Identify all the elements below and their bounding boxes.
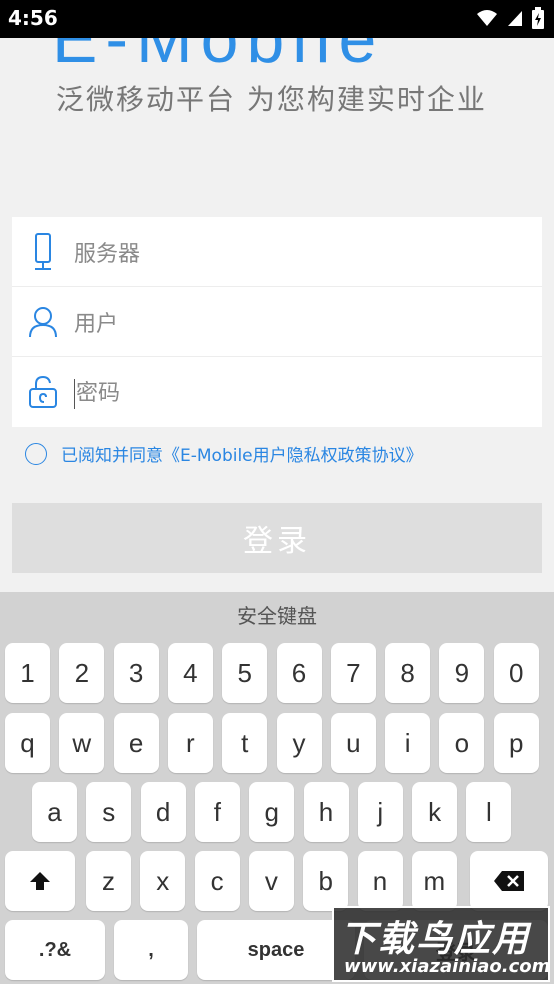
- key-l[interactable]: l: [466, 782, 512, 842]
- key-7[interactable]: 7: [330, 643, 376, 703]
- agreement-radio[interactable]: [25, 442, 47, 465]
- password-field[interactable]: 密码: [12, 357, 542, 427]
- status-icons: [476, 7, 544, 29]
- key-w[interactable]: w: [59, 713, 105, 773]
- watermark-url: www.xiazainiao.com: [344, 956, 551, 977]
- app-logo: E-Mobile: [52, 38, 385, 77]
- key-2[interactable]: 2: [59, 643, 105, 703]
- user-field[interactable]: 用户: [12, 287, 542, 357]
- key-x[interactable]: x: [140, 851, 186, 911]
- key-n[interactable]: n: [357, 851, 403, 911]
- text-caret: [74, 379, 75, 409]
- user-icon: [12, 306, 74, 338]
- key-0[interactable]: 0: [493, 643, 539, 703]
- server-field[interactable]: 服务器: [12, 217, 542, 287]
- password-input-text[interactable]: 密码: [74, 375, 120, 409]
- key-3[interactable]: 3: [113, 643, 159, 703]
- symbols-key[interactable]: .?&: [5, 920, 105, 980]
- key-d[interactable]: d: [140, 782, 186, 842]
- comma-key[interactable]: ,: [114, 920, 188, 980]
- key-o[interactable]: o: [439, 713, 485, 773]
- key-t[interactable]: t: [222, 713, 268, 773]
- key-j[interactable]: j: [357, 782, 403, 842]
- login-form: 服务器 用户 密码: [12, 217, 542, 427]
- key-y[interactable]: y: [276, 713, 322, 773]
- key-c[interactable]: c: [194, 851, 240, 911]
- wifi-icon: [477, 10, 497, 26]
- key-f[interactable]: f: [194, 782, 240, 842]
- key-m[interactable]: m: [411, 851, 457, 911]
- server-input[interactable]: 服务器: [74, 236, 140, 268]
- key-p[interactable]: p: [493, 713, 539, 773]
- login-button[interactable]: 登录: [12, 503, 542, 573]
- server-icon: [12, 232, 74, 271]
- watermark-logo: 下载鸟应用 www.xiazainiao.com: [332, 906, 550, 982]
- key-5[interactable]: 5: [222, 643, 268, 703]
- tagline: 泛微移动平台 为您构建实时企业: [56, 83, 487, 116]
- key-i[interactable]: i: [385, 713, 431, 773]
- agreement-link[interactable]: 已阅知并同意《E-Mobile用户隐私权政策协议》: [61, 441, 423, 466]
- key-k[interactable]: k: [412, 782, 458, 842]
- key-e[interactable]: e: [113, 713, 159, 773]
- watermark-title: 下载鸟应用: [340, 919, 531, 960]
- key-6[interactable]: 6: [276, 643, 322, 703]
- key-h[interactable]: h: [303, 782, 349, 842]
- backspace-key[interactable]: [470, 851, 548, 911]
- key-q[interactable]: q: [5, 713, 50, 773]
- unlock-icon: [12, 375, 74, 409]
- key-9[interactable]: 9: [439, 643, 485, 703]
- key-b[interactable]: b: [303, 851, 349, 911]
- keyboard-title: 安全键盘: [237, 604, 317, 628]
- key-8[interactable]: 8: [385, 643, 431, 703]
- key-s[interactable]: s: [86, 782, 132, 842]
- key-v[interactable]: v: [248, 851, 294, 911]
- key-r[interactable]: r: [167, 713, 213, 773]
- user-input[interactable]: 用户: [74, 306, 118, 338]
- status-time: 4:56: [8, 6, 58, 30]
- shift-icon: [30, 872, 50, 890]
- key-4[interactable]: 4: [167, 643, 213, 703]
- key-1[interactable]: 1: [5, 643, 50, 703]
- key-z[interactable]: z: [86, 851, 131, 911]
- key-u[interactable]: u: [330, 713, 376, 773]
- password-input[interactable]: 密码: [76, 381, 120, 406]
- agreement-row[interactable]: 已阅知并同意《E-Mobile用户隐私权政策协议》: [25, 441, 423, 466]
- key-g[interactable]: g: [249, 782, 295, 842]
- hero-banner: E-Mobile 泛微移动平台 为您构建实时企业: [0, 38, 554, 218]
- backspace-icon: [494, 871, 524, 891]
- status-bar: 4:56: [0, 0, 554, 38]
- battery-icon: [532, 7, 544, 29]
- shift-key[interactable]: [5, 851, 75, 911]
- signal-icon: [508, 11, 522, 26]
- key-a[interactable]: a: [32, 782, 77, 842]
